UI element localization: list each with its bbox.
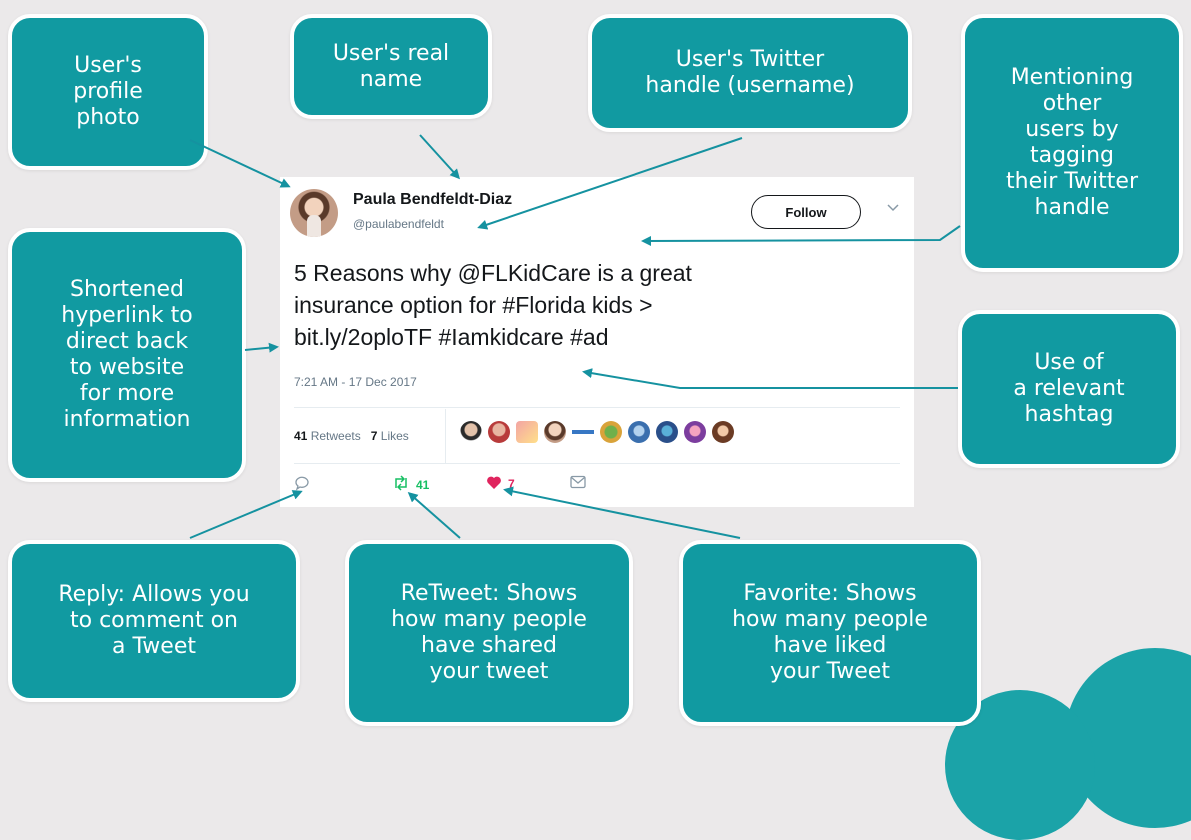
arrow-hashtag: [582, 368, 958, 389]
arrow-twitter-handle: [477, 137, 743, 230]
arrow-retweet: [407, 492, 461, 539]
arrow-shortened-link: [244, 342, 279, 353]
arrow-mentioning: [641, 225, 961, 246]
arrow-reply: [189, 490, 303, 539]
arrow-favorite: [503, 486, 741, 539]
arrow-profile-photo: [189, 139, 291, 188]
annotation-arrows: [189, 134, 961, 539]
arrow-real-name: [419, 134, 461, 180]
